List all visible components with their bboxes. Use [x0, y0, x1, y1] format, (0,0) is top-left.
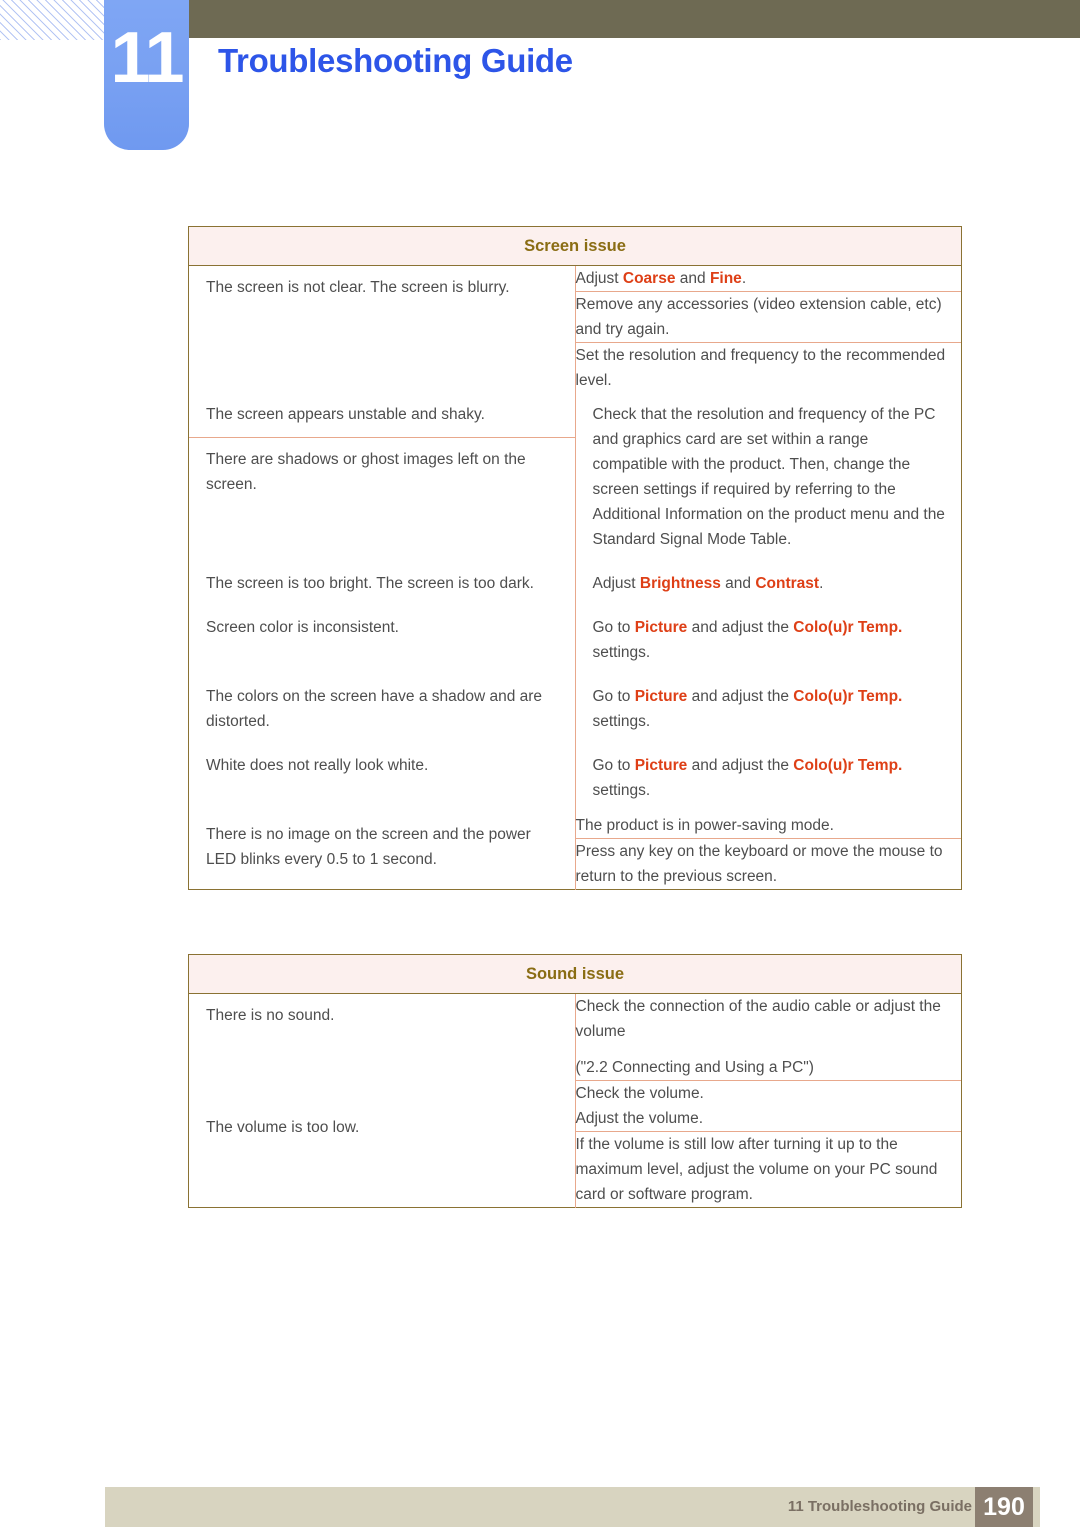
solution-highlight: Colo(u)r Temp. — [793, 619, 903, 636]
solution-highlight: Contrast — [755, 575, 820, 592]
table-section-header-row: Sound issue — [188, 954, 962, 994]
solution-part: Go to — [592, 757, 635, 774]
symptom-cell: The volume is too low. — [188, 1106, 576, 1208]
page-title: Troubleshooting Guide — [218, 42, 573, 79]
solution-cell: Go to Picture and adjust the Colo(u)r Te… — [575, 744, 962, 813]
symptom-text: The colors on the screen have a shadow a… — [206, 688, 543, 730]
table-row: There is no sound. Check the connection … — [188, 993, 962, 1107]
table-row: The screen is not clear. The screen is b… — [188, 265, 962, 394]
symptom-cell: There is no sound. — [188, 993, 576, 1106]
table-row: There is no image on the screen and the … — [188, 813, 962, 890]
solution-part: and — [720, 575, 756, 592]
table-row: White does not really look white. Go to … — [188, 744, 962, 813]
table-section-header-row: Screen issue — [188, 226, 962, 266]
symptom-text: The screen appears unstable and shaky. — [189, 393, 575, 438]
solution-item: Check the volume. — [575, 1085, 704, 1102]
symptom-text: The volume is too low. — [206, 1119, 360, 1136]
symptom-text: The screen is too bright. The screen is … — [206, 575, 534, 592]
solution-item: Check that the resolution and frequency … — [592, 406, 945, 548]
solution-highlight: Picture — [634, 757, 688, 774]
symptom-text: Screen color is inconsistent. — [206, 619, 399, 636]
symptom-cell: Screen color is inconsistent. — [188, 606, 576, 675]
chapter-number: 11 — [110, 18, 184, 98]
screen-issue-table: Screen issue The screen is not clear. Th… — [188, 226, 962, 890]
solution-part: . — [741, 270, 747, 287]
solution-list: Check the connection of the audio cable … — [575, 994, 961, 1106]
solution-highlight: Colo(u)r Temp. — [793, 757, 903, 774]
solution-list: Adjust the volume. If the volume is stil… — [575, 1106, 961, 1207]
section-header-screen-issue: Screen issue — [188, 226, 962, 266]
solution-cell: Adjust the volume. If the volume is stil… — [575, 1106, 962, 1208]
table-row: Screen color is inconsistent. Go to Pict… — [188, 606, 962, 675]
solution-item: Go to Picture and adjust the Colo(u)r Te… — [576, 606, 962, 675]
table-row: The screen appears unstable and shaky. T… — [188, 393, 962, 562]
solution-item: The product is in power-saving mode. — [575, 813, 961, 839]
solution-item: Go to Picture and adjust the Colo(u)r Te… — [576, 675, 962, 744]
solution-cell: Go to Picture and adjust the Colo(u)r Te… — [575, 675, 962, 744]
sound-issue-table: Sound issue There is no sound. Check the… — [188, 954, 962, 1208]
solution-cell: The product is in power-saving mode. Pre… — [575, 813, 962, 890]
solution-part: Go to — [592, 688, 635, 705]
solution-list: Adjust Coarse and Fine. Remove any acces… — [575, 266, 961, 393]
symptom-text: There is no image on the screen and the … — [206, 826, 531, 868]
solution-cell: Go to Picture and adjust the Colo(u)r Te… — [575, 606, 962, 675]
header-bar — [108, 0, 1080, 38]
section-header-sound-issue: Sound issue — [188, 954, 962, 994]
solution-reference: ("2.2 Connecting and Using a PC") — [575, 1059, 814, 1076]
table-row: The volume is too low. Adjust the volume… — [188, 1106, 962, 1208]
symptom-cell: The colors on the screen have a shadow a… — [188, 675, 576, 744]
solution-part: settings. — [592, 644, 651, 661]
page-header: 11 Troubleshooting Guide — [0, 0, 1080, 200]
symptom-cell: The screen is not clear. The screen is b… — [188, 265, 576, 393]
solution-part: settings. — [592, 782, 651, 799]
solution-part: settings. — [592, 713, 651, 730]
footer-chapter-label: 11 Troubleshooting Guide — [787, 1498, 972, 1515]
solution-item: Check the connection of the audio cable … — [575, 994, 961, 1081]
symptom-cell: The screen is too bright. The screen is … — [188, 562, 576, 606]
solution-cell: Adjust Coarse and Fine. Remove any acces… — [575, 266, 962, 394]
solution-highlight: Colo(u)r Temp. — [793, 688, 903, 705]
symptom-text: The screen is not clear. The screen is b… — [206, 279, 510, 296]
table-row: The colors on the screen have a shadow a… — [188, 675, 962, 744]
page-footer: 11 Troubleshooting Guide 190 — [105, 1487, 1040, 1527]
solution-item: Adjust the volume. — [575, 1106, 961, 1132]
solution-item: If the volume is still low after turning… — [575, 1136, 938, 1203]
solution-list: The product is in power-saving mode. Pre… — [575, 813, 961, 889]
symptom-text: White does not really look white. — [206, 757, 429, 774]
solution-part: and — [675, 270, 710, 287]
page-number-badge: 190 — [975, 1487, 1033, 1527]
solution-cell: Check that the resolution and frequency … — [575, 393, 962, 562]
solution-part: Adjust — [575, 270, 623, 287]
symptom-cell: There is no image on the screen and the … — [188, 813, 576, 890]
solution-part: and adjust the — [687, 688, 794, 705]
solution-part: Adjust — [592, 575, 640, 592]
table-row: The screen is too bright. The screen is … — [188, 562, 962, 606]
symptom-cell: The screen appears unstable and shaky. T… — [188, 393, 576, 562]
solution-item: Remove any accessories (video extension … — [575, 291, 961, 343]
solution-item: Press any key on the keyboard or move th… — [575, 843, 943, 885]
solution-cell: Adjust Brightness and Contrast. — [575, 562, 962, 606]
symptom-text: There is no sound. — [206, 1007, 335, 1024]
hatch-decoration-icon — [0, 0, 108, 40]
solution-highlight: Picture — [634, 619, 688, 636]
solution-text: Check the connection of the audio cable … — [575, 998, 941, 1040]
symptom-text: There are shadows or ghost images left o… — [206, 451, 526, 493]
solution-part: Go to — [592, 619, 635, 636]
solution-item: Go to Picture and adjust the Colo(u)r Te… — [576, 744, 962, 813]
solution-part: and adjust the — [687, 757, 794, 774]
symptom-cell: White does not really look white. — [188, 744, 576, 813]
solution-cell: Check the connection of the audio cable … — [575, 994, 962, 1107]
solution-item: Adjust Coarse and Fine. — [575, 266, 961, 292]
solution-highlight: Fine — [709, 270, 742, 287]
solution-item: Adjust Brightness and Contrast. — [576, 562, 962, 606]
solution-highlight: Coarse — [622, 270, 676, 287]
solution-highlight: Picture — [634, 688, 688, 705]
solution-part: . — [819, 575, 824, 592]
solution-highlight: Brightness — [639, 575, 721, 592]
solution-item: Set the resolution and frequency to the … — [575, 347, 946, 389]
solution-part: and adjust the — [687, 619, 794, 636]
